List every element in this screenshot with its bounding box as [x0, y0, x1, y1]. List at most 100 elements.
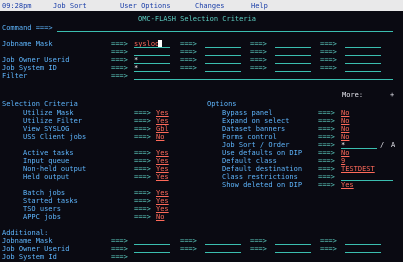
dataset-banners-label: Dataset banners	[222, 125, 286, 133]
jobname-mask-field-7[interactable]	[275, 55, 311, 56]
more-plus: +	[390, 91, 395, 99]
field-arrow: ===>	[320, 48, 337, 56]
field-arrow: ===>	[111, 253, 128, 261]
started-tasks-value[interactable]: Yes	[156, 197, 169, 205]
additional-owner-field-3[interactable]	[275, 252, 311, 253]
tso-users-value[interactable]: Yes	[156, 205, 169, 213]
additional-jobname-field-3[interactable]	[275, 244, 311, 245]
command-input[interactable]	[57, 31, 393, 32]
jobname-mask-field-2[interactable]	[205, 47, 241, 48]
jobname-mask-field-6[interactable]	[205, 55, 241, 56]
additional-owner-field-4[interactable]	[345, 252, 381, 253]
bypass-panel-label: Bypass panel	[222, 109, 273, 117]
job-system-id-field-2[interactable]	[205, 71, 241, 72]
jobname-mask-field-3[interactable]	[275, 47, 311, 48]
held-output-value[interactable]: Yes	[156, 173, 169, 181]
job-owner-userid-field-2[interactable]	[205, 63, 241, 64]
batch-jobs-value[interactable]: Yes	[156, 189, 169, 197]
forms-control-label: Forms control	[222, 133, 277, 141]
job-owner-userid-label: Job Owner Userid	[2, 56, 70, 64]
job-owner-userid-field-3[interactable]	[275, 63, 311, 64]
held-output-label: Held output	[23, 173, 70, 181]
class-restrictions-label: Class restrictions	[222, 173, 298, 181]
menu-help[interactable]: Help	[251, 2, 268, 10]
field-arrow: ===>	[111, 48, 128, 56]
jobname-mask-field-4[interactable]	[345, 47, 381, 48]
field-arrow: ===>	[318, 125, 335, 133]
appc-jobs-value[interactable]: No	[156, 213, 164, 221]
utilize-mask-value[interactable]: Yes	[156, 109, 169, 117]
field-arrow: ===>	[318, 173, 335, 181]
menu-bar: 09:28pm Job Sort User Options Changes He…	[0, 0, 403, 11]
input-queue-value[interactable]: Yes	[156, 157, 169, 165]
job-system-id-field-3[interactable]	[275, 71, 311, 72]
field-arrow: ===>	[111, 72, 128, 80]
field-arrow: ===>	[250, 48, 267, 56]
show-deleted-on-dip-value[interactable]: Yes	[341, 181, 354, 189]
filter-input[interactable]	[134, 79, 393, 80]
additional-jobname-field-2[interactable]	[205, 244, 241, 245]
filter-label: Filter	[2, 72, 28, 80]
started-tasks-label: Started tasks	[23, 197, 78, 205]
default-class-value[interactable]: 9	[341, 157, 345, 165]
field-arrow: ===>	[318, 149, 335, 157]
non-held-output-label: Non-held output	[23, 165, 87, 173]
field-arrow: ===>	[320, 64, 337, 72]
appc-jobs-label: APPC jobs	[23, 213, 61, 221]
forms-control-value[interactable]: No	[341, 133, 349, 141]
panel-title: OMC-FLASH Selection Criteria	[138, 15, 257, 23]
menu-user-options[interactable]: User Options	[120, 2, 171, 10]
additional-jobname-field-4[interactable]	[345, 244, 381, 245]
field-arrow: ===>	[180, 56, 197, 64]
utilize-filter-value[interactable]: Yes	[156, 117, 169, 125]
view-syslog-value[interactable]: Gbl	[156, 125, 169, 133]
command-label: Command ===>	[2, 24, 53, 32]
job-order-value[interactable]: A	[391, 141, 395, 149]
field-arrow: ===>	[111, 56, 128, 64]
field-arrow: ===>	[134, 125, 151, 133]
field-arrow: ===>	[320, 245, 337, 253]
field-arrow: ===>	[318, 181, 335, 189]
dataset-banners-value[interactable]: No	[341, 125, 349, 133]
jobname-mask-label: Jobname Mask	[2, 40, 53, 48]
field-arrow: ===>	[134, 149, 151, 157]
menu-job-sort[interactable]: Job Sort	[53, 2, 87, 10]
field-arrow: ===>	[134, 189, 151, 197]
non-held-output-value[interactable]: Yes	[156, 165, 169, 173]
uss-client-jobs-label: USS Client jobs	[23, 133, 87, 141]
additional-heading: Additional:	[2, 229, 49, 237]
use-defaults-on-dip-label: Use defaults on DIP	[222, 149, 303, 157]
field-arrow: ===>	[320, 40, 337, 48]
job-owner-userid-field-4[interactable]	[345, 63, 381, 64]
additional-jobname-field-1[interactable]	[134, 244, 170, 245]
field-arrow: ===>	[318, 133, 335, 141]
job-owner-userid-underline	[134, 63, 170, 64]
job-system-id-underline	[134, 71, 170, 72]
tso-users-label: TSO users	[23, 205, 61, 213]
field-arrow: ===>	[180, 64, 197, 72]
menu-changes[interactable]: Changes	[195, 2, 225, 10]
additional-owner-field-1[interactable]	[134, 252, 170, 253]
additional-owner-field-2[interactable]	[205, 252, 241, 253]
job-sort-order-label: Job Sort / Order	[222, 141, 290, 149]
utilize-filter-label: Utilize Filter	[23, 117, 83, 125]
options-heading: Options	[207, 100, 237, 108]
expand-on-select-value[interactable]: No	[341, 117, 349, 125]
field-arrow: ===>	[250, 64, 267, 72]
job-system-id-field-4[interactable]	[345, 71, 381, 72]
field-arrow: ===>	[111, 40, 128, 48]
field-arrow: ===>	[180, 237, 197, 245]
jobname-mask-field-5[interactable]	[134, 55, 170, 56]
bypass-panel-value[interactable]: No	[341, 109, 349, 117]
more-indicator: More:	[342, 91, 364, 99]
additional-jobname-mask-label: Jobname Mask	[2, 237, 53, 245]
uss-client-jobs-value[interactable]: No	[156, 133, 164, 141]
default-destination-value[interactable]: TESTDEST	[341, 165, 375, 173]
active-tasks-label: Active tasks	[23, 149, 74, 157]
jobname-mask-field-8[interactable]	[345, 55, 381, 56]
use-defaults-on-dip-value[interactable]: No	[341, 149, 349, 157]
text-cursor	[158, 40, 162, 47]
field-arrow: ===>	[250, 56, 267, 64]
active-tasks-value[interactable]: Yes	[156, 149, 169, 157]
field-arrow: ===>	[134, 197, 151, 205]
